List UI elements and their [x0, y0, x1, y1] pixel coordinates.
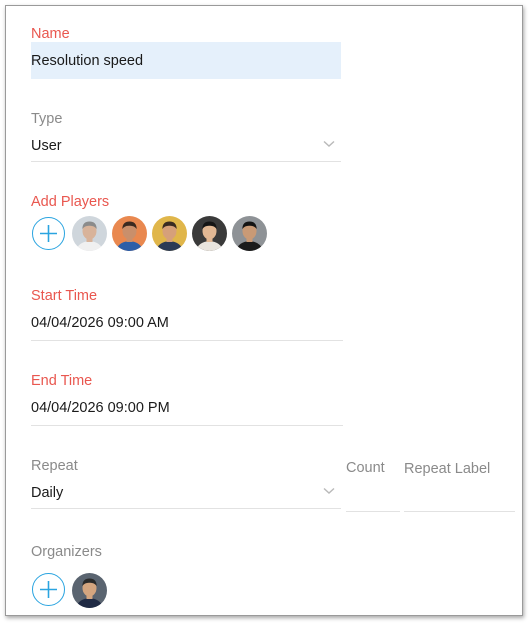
end-time-input[interactable]: 04/04/2026 09:00 PM	[31, 400, 170, 416]
count-input[interactable]	[346, 485, 400, 505]
player-avatar[interactable]	[232, 216, 267, 251]
end-time-underline	[31, 425, 343, 426]
repeat-select-value[interactable]: Daily	[31, 485, 63, 501]
name-label: Name	[31, 26, 70, 42]
count-label: Count	[346, 460, 385, 476]
plus-icon	[40, 225, 57, 242]
organizers-label: Organizers	[31, 544, 102, 560]
add-player-button[interactable]	[32, 217, 65, 250]
start-time-underline	[31, 340, 343, 341]
player-avatar[interactable]	[112, 216, 147, 251]
repeat-label-input[interactable]	[404, 485, 515, 505]
repeat-label-field-label: Repeat Label	[404, 461, 491, 477]
repeat-label-underline	[404, 511, 515, 512]
end-time-label: End Time	[31, 373, 93, 389]
repeat-label: Repeat	[31, 458, 78, 474]
type-select-value[interactable]: User	[31, 138, 62, 154]
count-underline	[346, 511, 400, 512]
name-input[interactable]: Resolution speed	[31, 42, 341, 79]
type-label: Type	[31, 111, 63, 127]
form-panel	[5, 5, 523, 616]
player-avatar[interactable]	[192, 216, 227, 251]
player-avatar[interactable]	[152, 216, 187, 251]
start-time-input[interactable]: 04/04/2026 09:00 AM	[31, 315, 169, 331]
type-underline	[31, 161, 341, 162]
start-time-label: Start Time	[31, 288, 98, 304]
repeat-underline	[31, 508, 341, 509]
player-avatar[interactable]	[72, 216, 107, 251]
add-organizer-button[interactable]	[32, 573, 65, 606]
chevron-down-icon[interactable]	[323, 487, 335, 495]
chevron-down-icon[interactable]	[323, 140, 335, 148]
plus-icon	[40, 581, 57, 598]
add-players-label: Add Players	[31, 194, 110, 210]
organizer-avatar[interactable]	[72, 573, 107, 608]
